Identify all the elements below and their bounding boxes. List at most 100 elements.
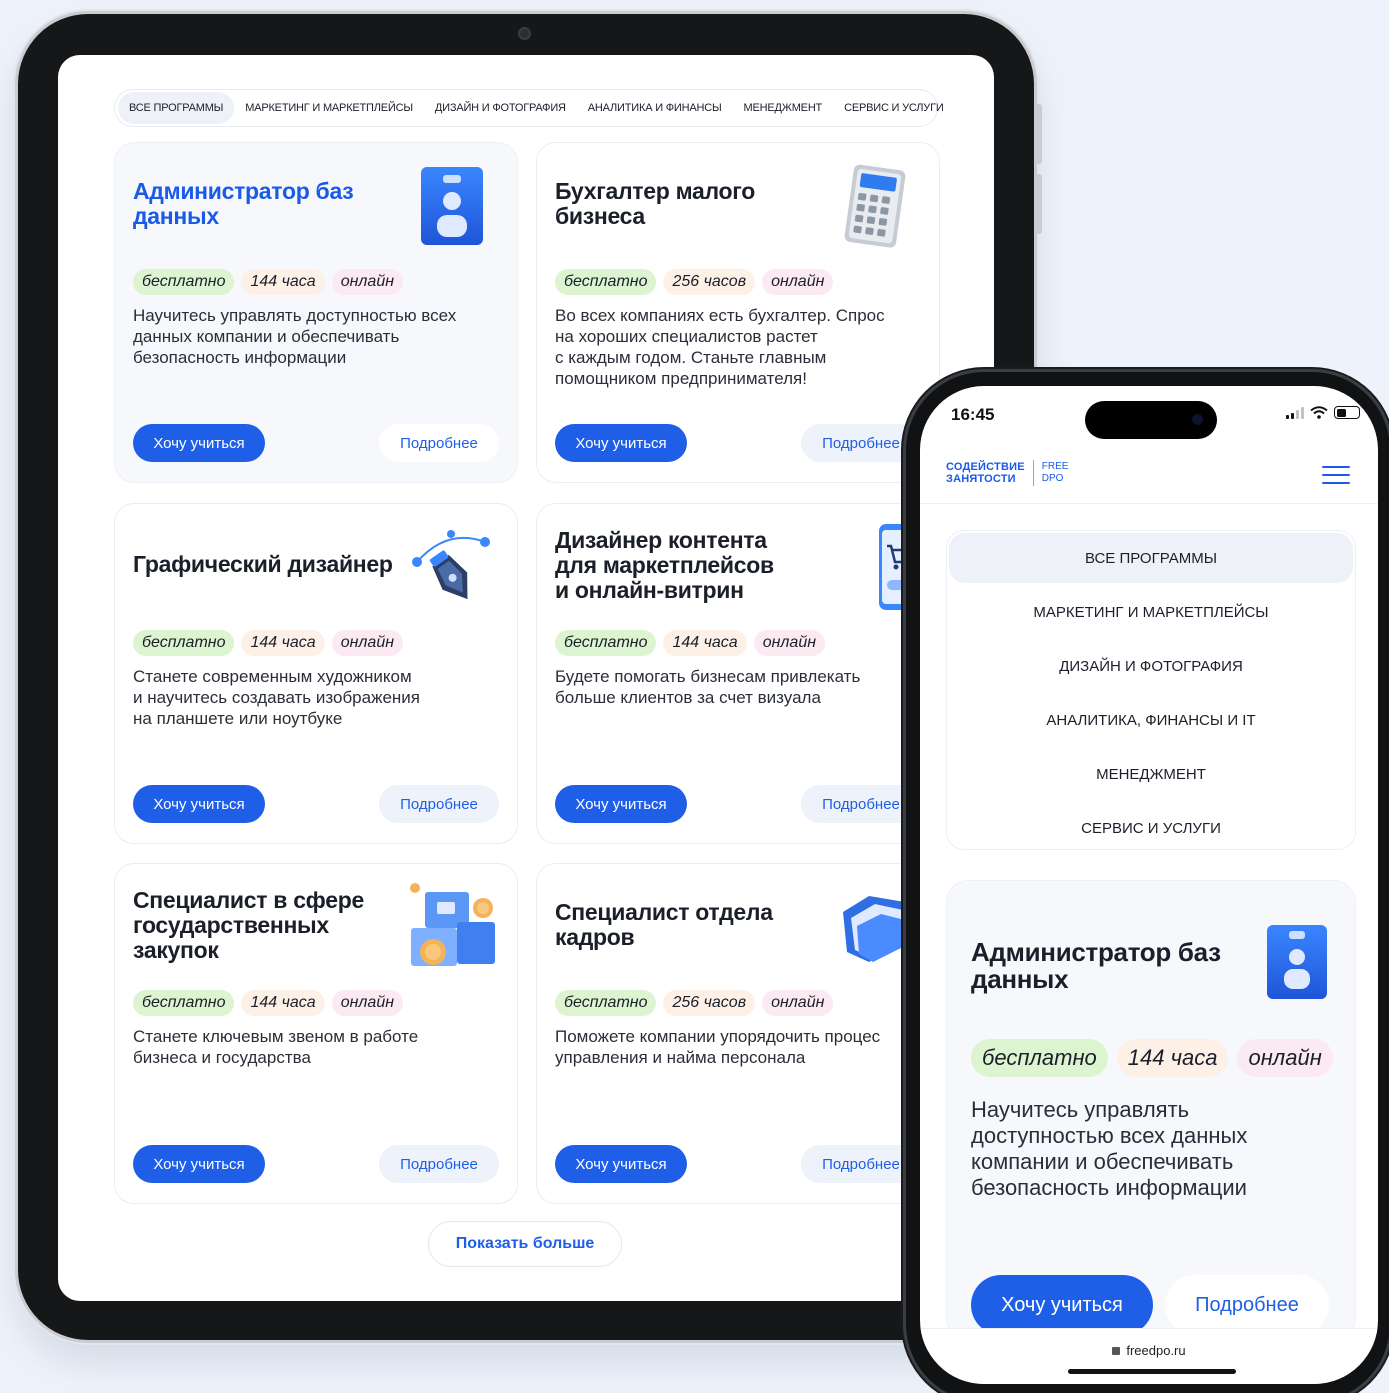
price-chip: бесплатно [555,990,657,1016]
program-menu: Все программы Маркетинг и маркетплейсы Д… [946,530,1356,850]
hours-chip: 144 часа [241,990,325,1016]
tab-analytics[interactable]: Аналитика и финансы [577,92,733,124]
enroll-button[interactable]: Хочу учиться [971,1275,1153,1335]
course-card: Дизайнер контента для маркетплейсов и он… [536,503,940,844]
price-chip: бесплатно [555,269,657,295]
hours-chip: 144 часа [241,269,325,295]
badge-icon [421,167,483,245]
hours-chip: 144 часа [663,630,747,656]
course-title[interactable]: Администратор баз данных [971,939,1221,993]
course-tags: бесплатно 144 часа онлайн [133,630,404,656]
boxes-coins-icon [410,883,495,966]
course-title[interactable]: Администратор баз данных [133,179,383,229]
enroll-button[interactable]: Хочу учиться [133,424,265,462]
wifi-icon [1310,406,1328,419]
price-chip: бесплатно [133,630,235,656]
menu-item-all-programs[interactable]: Все программы [949,533,1353,583]
details-button[interactable]: Подробнее [801,785,921,823]
camera-icon [518,27,531,40]
status-time: 16:45 [951,405,995,424]
signal-icon [1286,406,1304,419]
calculator-icon [844,164,906,248]
format-chip: онлайн [753,630,826,656]
browser-url-bar[interactable]: freedpo.ru [920,1328,1378,1384]
url-text: freedpo.ru [1126,1343,1186,1358]
pen-tool-icon [412,530,490,600]
course-title[interactable]: Дизайнер контента для маркетплейсов и он… [555,528,835,603]
price-chip: бесплатно [133,990,235,1016]
logo-main-text: СОДЕЙСТВИЕ ЗАНЯТОСТИ [946,461,1025,485]
logo-sub-text: FREE DPO [1041,461,1069,484]
course-description: Научитесь управлять доступностью всех да… [971,1097,1248,1200]
enroll-button[interactable]: Хочу учиться [555,785,687,823]
menu-item-service[interactable]: Сервис и услуги [947,801,1355,855]
url-display: freedpo.ru [920,1343,1378,1358]
format-chip: онлайн [762,990,834,1016]
course-description: Станете ключевым звеном в работе бизнеса… [133,1027,419,1067]
course-description: Поможете компании упорядочить процес упр… [555,1027,881,1067]
course-card: Графический дизайнер бесплатно 144 часа … [114,503,518,844]
hours-chip: 256 часов [663,990,756,1016]
menu-item-design[interactable]: Дизайн и фотография [947,639,1355,693]
course-tags: бесплатно 144 часа онлайн [133,990,404,1016]
course-title[interactable]: Специалист отдела кадров [555,900,805,950]
logo-divider [1032,460,1034,486]
details-button[interactable]: Подробнее [379,785,499,823]
menu-item-management[interactable]: Менеджмент [947,747,1355,801]
volume-button [1036,104,1042,164]
site-logo[interactable]: СОДЕЙСТВИЕ ЗАНЯТОСТИ FREE DPO [946,460,1068,486]
badge-icon [1267,925,1327,999]
format-chip: онлайн [331,990,404,1016]
details-button[interactable]: Подробнее [379,1145,499,1183]
course-description: Станете современным художником и научите… [133,667,421,728]
course-tags: бесплатно 256 часов онлайн [555,990,834,1016]
tab-management[interactable]: Менеджмент [733,92,834,124]
details-button[interactable]: Подробнее [801,1145,921,1183]
lock-icon [1112,1347,1121,1355]
course-tags: бесплатно 144 часа онлайн [133,269,404,295]
price-chip: бесплатно [555,630,657,656]
course-tags: бесплатно 256 часов онлайн [555,269,834,295]
volume-button [1036,174,1042,234]
course-card: Бухгалтер малого бизнеса бесплатно 256 ч… [536,142,940,483]
menu-item-analytics[interactable]: Аналитика, финансы и IT [947,693,1355,747]
course-title[interactable]: Графический дизайнер [133,552,403,577]
phone-device: 16:45 СОДЕЙСТВИЕ ЗАНЯТОСТИ FREE DPO Все … [906,372,1389,1393]
home-indicator[interactable] [1068,1369,1236,1374]
enroll-button[interactable]: Хочу учиться [555,424,687,462]
menu-item-marketing[interactable]: Маркетинг и маркетплейсы [947,585,1355,639]
camera-icon [1192,414,1203,425]
tab-all-programs[interactable]: Все программы [118,92,235,124]
tablet-device: Все программы Маркетинг и маркетплейсы Д… [18,14,1042,1340]
format-chip: онлайн [1237,1039,1333,1077]
site-header: СОДЕЙСТВИЕ ЗАНЯТОСТИ FREE DPO [920,454,1378,504]
price-chip: бесплатно [971,1039,1108,1077]
details-button[interactable]: Подробнее [801,424,921,462]
course-description: Во всех компаниях есть бухгалтер. Спрос … [555,306,885,388]
format-chip: онлайн [762,269,834,295]
course-description: Научитесь управлять доступностью всех да… [133,306,457,367]
enroll-button[interactable]: Хочу учиться [555,1145,687,1183]
course-card: Специалист в сфере государственных закуп… [114,863,518,1204]
menu-icon[interactable] [1322,466,1350,486]
enroll-button[interactable]: Хочу учиться [133,785,265,823]
dynamic-island [1085,401,1217,439]
price-chip: бесплатно [133,269,235,295]
battery-icon [1334,406,1360,419]
course-title[interactable]: Специалист в сфере государственных закуп… [133,888,403,963]
tab-design[interactable]: Дизайн и фотография [424,92,577,124]
program-tabs: Все программы Маркетинг и маркетплейсы Д… [114,89,944,127]
enroll-button[interactable]: Хочу учиться [133,1145,265,1183]
course-description: Будете помогать бизнесам привлекать боль… [555,667,861,707]
course-title[interactable]: Бухгалтер малого бизнеса [555,179,805,229]
details-button[interactable]: Подробнее [379,424,499,462]
course-card: Администратор баз данных бесплатно 144 ч… [114,142,518,483]
show-more-button[interactable]: Показать больше [428,1221,622,1267]
tab-service[interactable]: Сервис и услуги [833,92,954,124]
tab-marketing[interactable]: Маркетинг и маркетплейсы [234,92,424,124]
format-chip: онлайн [331,630,404,656]
status-icons [1286,406,1360,419]
details-button[interactable]: Подробнее [1165,1275,1329,1335]
course-tags: бесплатно 144 часа онлайн [971,1039,1333,1077]
course-tags: бесплатно 144 часа онлайн [555,630,826,656]
